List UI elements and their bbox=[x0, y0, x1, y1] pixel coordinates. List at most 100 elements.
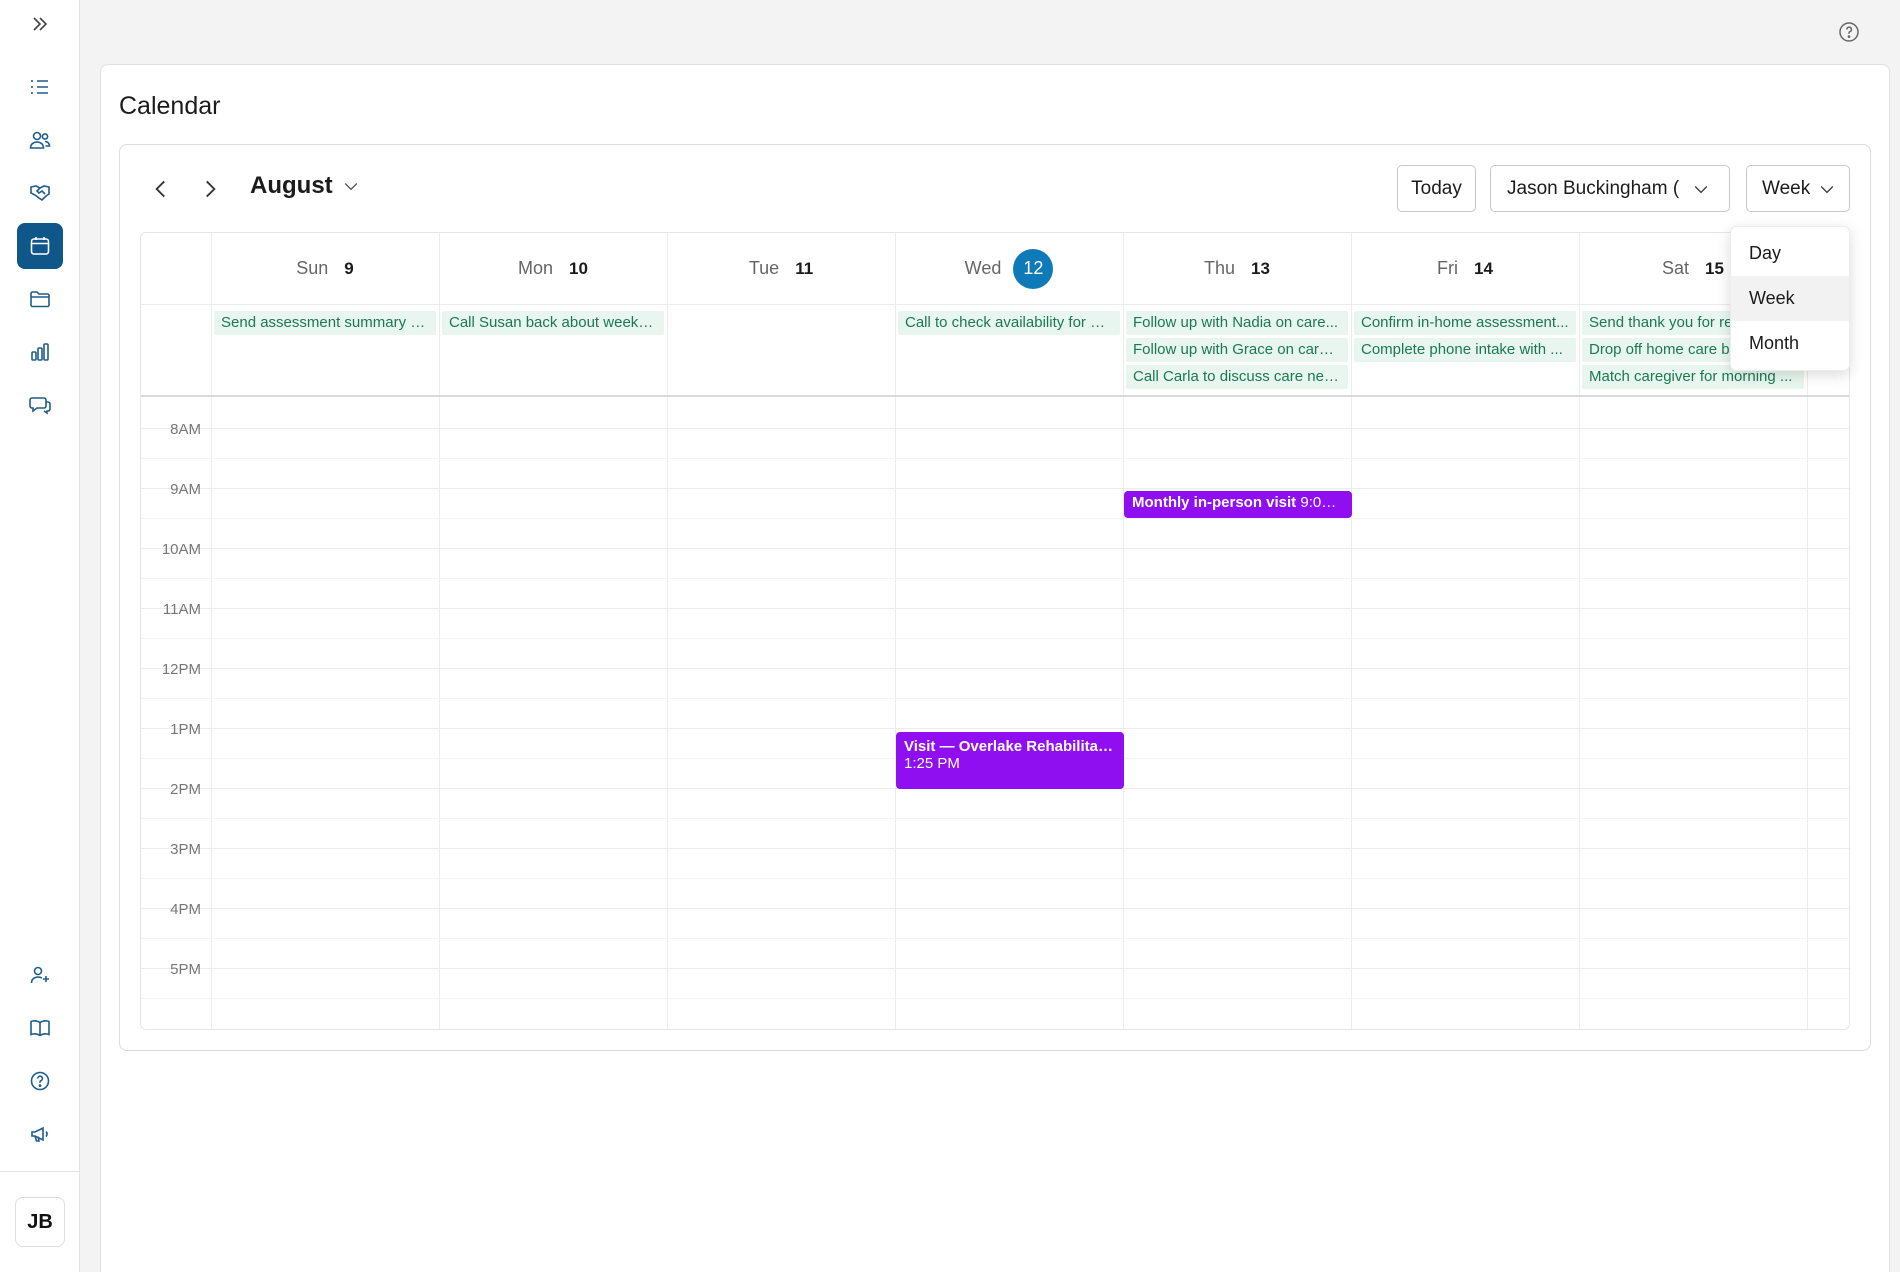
day-name: Sat bbox=[1662, 258, 1690, 278]
next-week-icon[interactable] bbox=[197, 176, 223, 202]
grid-line bbox=[141, 848, 1849, 849]
sidebar-item-people[interactable] bbox=[17, 117, 63, 163]
grid-line bbox=[141, 668, 1849, 669]
grid-line bbox=[667, 233, 668, 1029]
people-icon bbox=[29, 131, 51, 149]
day-number: 15 bbox=[1705, 258, 1724, 278]
sidebar-item-messages[interactable] bbox=[17, 382, 63, 428]
day-number: 10 bbox=[569, 258, 588, 278]
month-selector[interactable]: August bbox=[250, 172, 361, 200]
hour-label: 2PM bbox=[170, 781, 201, 798]
week-grid: Sun 9 Mon 10 Tue 11 Wed 12 Thu 13 Fri 14… bbox=[140, 232, 1850, 1030]
hour-label: 3PM bbox=[170, 841, 201, 858]
task-chip[interactable]: Complete phone intake with ... bbox=[1354, 338, 1576, 362]
grid-line bbox=[1579, 233, 1580, 1029]
chat-icon bbox=[29, 397, 51, 415]
avatar[interactable]: JB bbox=[15, 1197, 65, 1247]
sidebar-item-help[interactable] bbox=[17, 1058, 63, 1104]
sidebar-item-reports[interactable] bbox=[17, 329, 63, 375]
grid-line bbox=[141, 908, 1849, 909]
hour-label: 9AM bbox=[170, 481, 201, 498]
sidebar-item-tasks[interactable] bbox=[17, 64, 63, 110]
day-header-tue[interactable]: Tue 11 bbox=[667, 233, 895, 304]
calendar-event[interactable]: Monthly in-person visit 9:00 ... bbox=[1124, 491, 1352, 518]
help-icon[interactable] bbox=[1837, 20, 1861, 44]
task-chip[interactable]: Follow up with Grace on care ... bbox=[1126, 338, 1348, 362]
day-number: 11 bbox=[795, 258, 814, 278]
grid-line bbox=[1351, 233, 1352, 1029]
grid-line bbox=[141, 818, 1849, 819]
grid-line bbox=[141, 728, 1849, 729]
folder-icon bbox=[30, 291, 50, 308]
event-title: Monthly in-person visit bbox=[1132, 494, 1297, 511]
user-select-label: Jason Buckingham ( bbox=[1507, 177, 1680, 199]
grid-line bbox=[141, 968, 1849, 969]
expand-sidebar-icon[interactable] bbox=[28, 12, 52, 36]
day-header-mon[interactable]: Mon 10 bbox=[439, 233, 667, 304]
list-icon bbox=[31, 80, 48, 94]
grid-line bbox=[141, 458, 1849, 459]
task-chip[interactable]: Confirm in-home assessment... bbox=[1354, 311, 1576, 335]
sidebar-item-invite[interactable] bbox=[17, 952, 63, 998]
grid-line bbox=[141, 304, 1849, 305]
day-name: Wed bbox=[964, 258, 1002, 278]
all-day-divider bbox=[141, 395, 1849, 397]
grid-line bbox=[141, 608, 1849, 609]
calendar-icon bbox=[30, 237, 50, 255]
month-label: August bbox=[250, 172, 333, 199]
day-number: 9 bbox=[344, 258, 354, 278]
task-chip[interactable]: Call to check availability for a ... bbox=[898, 311, 1120, 335]
sidebar-item-partners[interactable] bbox=[17, 170, 63, 216]
sidebar: JB bbox=[0, 0, 80, 1272]
page-title: Calendar bbox=[119, 92, 221, 120]
handshake-icon bbox=[30, 185, 50, 202]
sidebar-item-calendar[interactable] bbox=[17, 223, 63, 269]
task-chip[interactable]: Call Carla to discuss care nee... bbox=[1126, 365, 1348, 389]
grid-line bbox=[141, 638, 1849, 639]
sidebar-item-guide[interactable] bbox=[17, 1005, 63, 1051]
event-title: Visit — Overlake Rehabilitati... bbox=[904, 738, 1116, 755]
hour-label: 4PM bbox=[170, 901, 201, 918]
menu-item-week[interactable]: Week bbox=[1731, 276, 1849, 321]
day-name: Tue bbox=[748, 258, 780, 278]
today-button[interactable]: Today bbox=[1397, 165, 1476, 212]
day-name: Fri bbox=[1437, 258, 1459, 278]
day-header-sun[interactable]: Sun 9 bbox=[211, 233, 439, 304]
previous-week-icon[interactable] bbox=[148, 176, 174, 202]
chevron-down-icon bbox=[1694, 185, 1708, 194]
grid-line bbox=[141, 938, 1849, 939]
task-chip[interactable]: Follow up with Nadia on care... bbox=[1126, 311, 1348, 335]
grid-line bbox=[141, 998, 1849, 999]
day-header-wed[interactable]: Wed 12 bbox=[895, 233, 1123, 304]
grid-line bbox=[1123, 233, 1124, 1029]
day-header-fri[interactable]: Fri 14 bbox=[1351, 233, 1579, 304]
view-select[interactable]: Week bbox=[1746, 165, 1850, 212]
grid-line bbox=[439, 233, 440, 1029]
view-select-label: Week bbox=[1762, 177, 1811, 199]
task-chip[interactable]: Call Susan back about weekd... bbox=[442, 311, 664, 335]
chevron-down-icon bbox=[1820, 185, 1834, 194]
menu-item-month[interactable]: Month bbox=[1731, 321, 1849, 366]
day-number: 13 bbox=[1251, 258, 1270, 278]
menu-item-day[interactable]: Day bbox=[1731, 231, 1849, 276]
task-chip[interactable]: Send assessment summary to... bbox=[214, 311, 436, 335]
book-icon bbox=[30, 1020, 50, 1037]
grid-line bbox=[895, 233, 896, 1029]
view-dropdown-menu: Day Week Month bbox=[1730, 226, 1850, 371]
hour-label: 12PM bbox=[161, 661, 201, 678]
help-icon bbox=[30, 1071, 50, 1091]
day-name: Sun bbox=[296, 258, 329, 278]
event-time: 1:25 PM bbox=[904, 755, 960, 772]
grid-line bbox=[141, 428, 1849, 429]
grid-line bbox=[211, 233, 212, 1029]
grid-line bbox=[141, 878, 1849, 879]
hour-label: 10AM bbox=[161, 541, 201, 558]
bar-chart-icon bbox=[31, 343, 49, 361]
sidebar-item-announcements[interactable] bbox=[17, 1111, 63, 1157]
user-select[interactable]: Jason Buckingham ( bbox=[1490, 165, 1730, 212]
grid-line bbox=[141, 698, 1849, 699]
day-name: Mon bbox=[518, 258, 554, 278]
day-header-thu[interactable]: Thu 13 bbox=[1123, 233, 1351, 304]
sidebar-item-files[interactable] bbox=[17, 276, 63, 322]
calendar-event[interactable]: Visit — Overlake Rehabilitati... 1:25 PM bbox=[896, 732, 1124, 789]
